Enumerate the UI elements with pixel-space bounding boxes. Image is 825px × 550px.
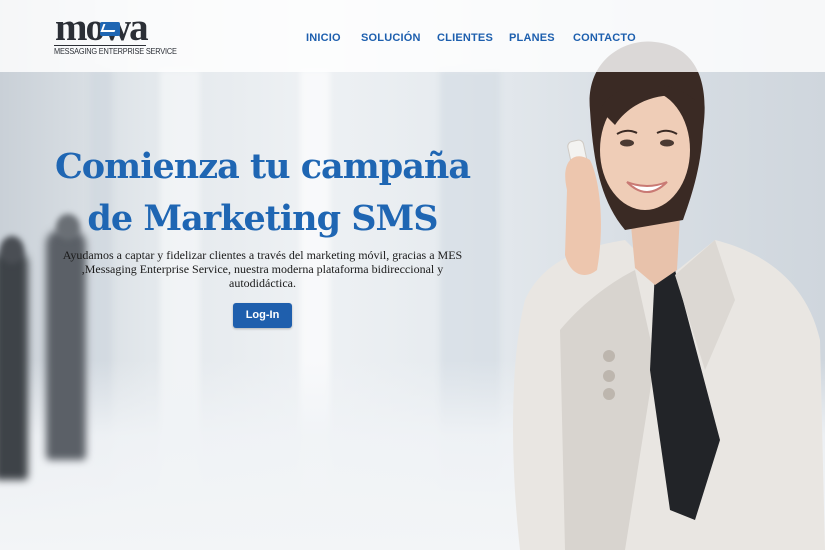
login-button[interactable]: Log-In	[233, 303, 292, 328]
nav-item-contacto[interactable]: CONTACTO	[573, 32, 636, 44]
businesswoman-image	[513, 41, 825, 550]
site-header: mowa MESSAGING ENTERPRISE SERVICE INICIO…	[0, 0, 825, 72]
nav-item-solucion[interactable]: SOLUCIÓN	[361, 32, 421, 44]
nav-item-planes[interactable]: PLANES	[509, 32, 555, 44]
hero-description: Ayudamos a captar y fidelizar clientes a…	[62, 248, 463, 290]
hero-headline-line2: de Marketing SMS	[87, 198, 438, 239]
nav-item-clientes[interactable]: CLIENTES	[437, 32, 493, 44]
blurred-person	[0, 250, 28, 480]
hero-headline-line1: Comienza tu campaña	[54, 146, 471, 187]
nav-item-inicio[interactable]: INICIO	[306, 32, 341, 44]
main-navigation: INICIO SOLUCIÓN CLIENTES PLANES CONTACTO	[0, 32, 825, 48]
